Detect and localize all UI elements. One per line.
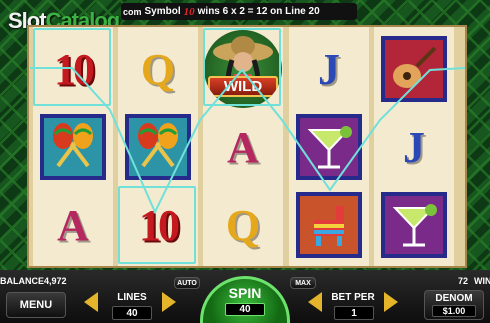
bet-increase-arrow[interactable] bbox=[384, 292, 398, 312]
bet-per-value: 1 bbox=[334, 306, 374, 320]
spin-label: SPIN bbox=[228, 285, 262, 301]
spin-value: 40 bbox=[225, 303, 265, 316]
win-label: WIN bbox=[474, 276, 490, 286]
denom-button[interactable]: DENOM $1.00 bbox=[424, 290, 484, 320]
lines-label: LINES bbox=[117, 292, 147, 303]
balance-label: BALANCE bbox=[0, 276, 44, 286]
bet-decrease-arrow[interactable] bbox=[308, 292, 322, 312]
bet-per-label: BET PER bbox=[331, 292, 375, 303]
lines-value: 40 bbox=[112, 306, 152, 320]
denom-label: DENOM bbox=[435, 293, 473, 304]
max-button[interactable]: MAX bbox=[290, 277, 316, 289]
win-value: 72 bbox=[458, 276, 469, 286]
balance-value: 4,972 bbox=[44, 276, 67, 286]
lines-increase-arrow[interactable] bbox=[162, 292, 176, 312]
menu-button[interactable]: MENU bbox=[6, 292, 66, 318]
lines-decrease-arrow[interactable] bbox=[84, 292, 98, 312]
denom-value: $1.00 bbox=[432, 305, 476, 317]
auto-button[interactable]: AUTO bbox=[174, 277, 200, 289]
